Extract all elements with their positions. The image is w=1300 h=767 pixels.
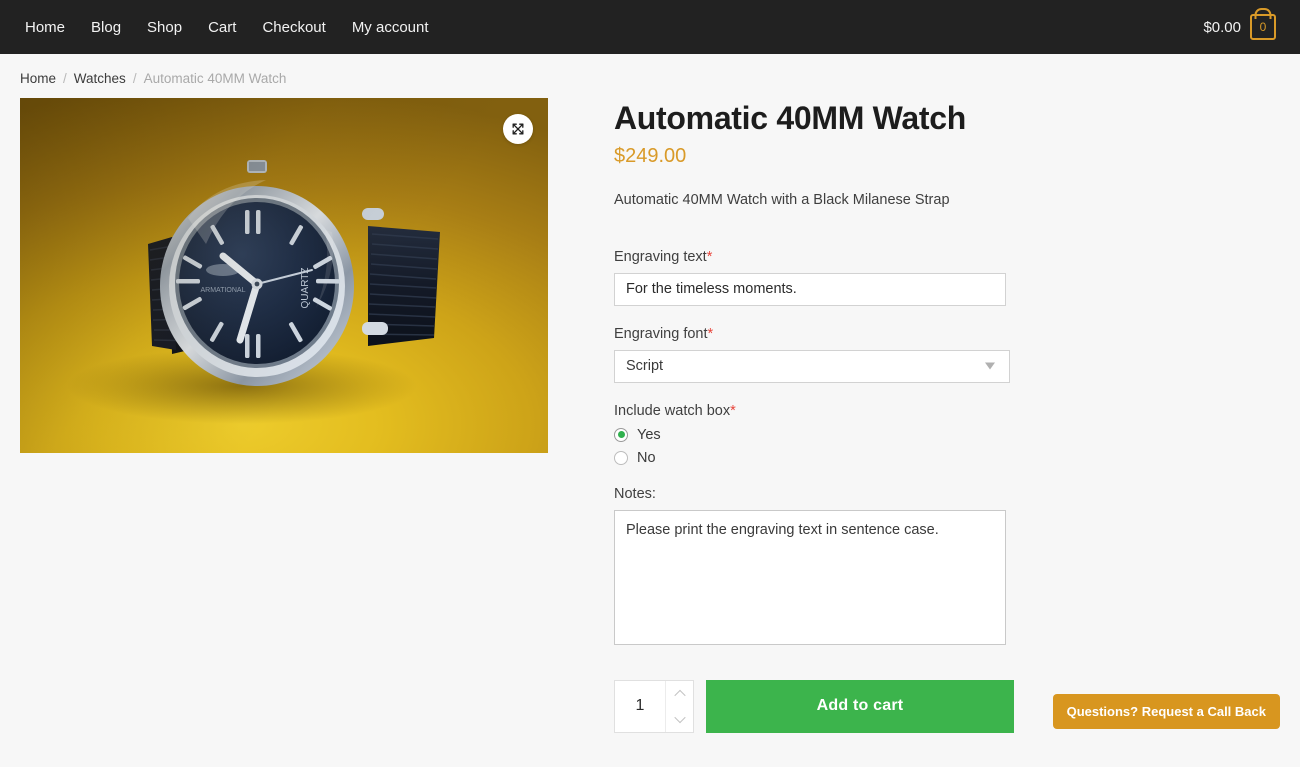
watch-illustration: ARMATIONAL QUARTZ: [67, 160, 440, 424]
product-summary: Automatic 40MM Watch $249.00 Automatic 4…: [614, 98, 1034, 733]
product-description: Automatic 40MM Watch with a Black Milane…: [614, 191, 950, 208]
engraving-font-select-wrap: Script: [614, 349, 1010, 383]
nav-item-my-account[interactable]: My account: [339, 11, 442, 44]
quantity-increment-button[interactable]: [666, 681, 693, 707]
cart-widget[interactable]: $0.00 0: [1203, 14, 1280, 40]
chevron-down-icon: [673, 711, 686, 724]
required-marker: *: [707, 325, 714, 342]
page-title: Automatic 40MM Watch: [614, 100, 966, 136]
product-gallery: ARMATIONAL QUARTZ: [20, 98, 548, 733]
quantity-decrement-button[interactable]: [666, 706, 693, 732]
breadcrumb: Home / Watches / Automatic 40MM Watch: [0, 54, 1300, 98]
engraving-font-label: Engraving font*: [614, 326, 1034, 342]
shopping-bag-icon[interactable]: 0: [1250, 14, 1276, 40]
svg-text:ARMATIONAL: ARMATIONAL: [201, 287, 246, 294]
engraving-text-input[interactable]: [614, 272, 1006, 306]
main-navigation: Home Blog Shop Cart Checkout My account: [0, 11, 442, 44]
field-engraving-text: Engraving text*: [614, 249, 1034, 306]
notes-textarea[interactable]: [614, 509, 1006, 645]
engraving-font-label-text: Engraving font: [614, 325, 708, 342]
required-marker: *: [706, 248, 713, 265]
radio-yes-indicator[interactable]: [614, 427, 628, 442]
breadcrumb-separator: /: [132, 71, 137, 86]
radio-option-yes[interactable]: Yes: [614, 427, 1034, 443]
nav-item-blog[interactable]: Blog: [78, 11, 134, 44]
radio-no-label: No: [637, 449, 656, 466]
watch-box-label-text: Include watch box: [614, 402, 731, 419]
purchase-row: Add to cart: [614, 679, 1034, 733]
quantity-buttons: [665, 680, 693, 732]
add-to-cart-button[interactable]: Add to cart: [706, 679, 1014, 733]
breadcrumb-item-current: Automatic 40MM Watch: [143, 71, 287, 86]
site-header: Home Blog Shop Cart Checkout My account …: [0, 0, 1300, 54]
expand-arrows-glyph: [512, 123, 524, 135]
quantity-input[interactable]: [615, 680, 665, 732]
field-notes: Notes:: [614, 486, 1034, 650]
product-main: ARMATIONAL QUARTZ Automatic 40MM Watch $…: [0, 98, 1300, 733]
watch-box-label: Include watch box*: [614, 403, 1034, 419]
field-include-watch-box: Include watch box* Yes No: [614, 403, 1034, 466]
svg-text:QUARTZ: QUARTZ: [300, 268, 311, 309]
nav-item-checkout[interactable]: Checkout: [249, 11, 338, 44]
nav-item-shop[interactable]: Shop: [134, 11, 195, 44]
cart-item-count: 0: [1259, 20, 1267, 34]
product-price: $249.00: [614, 144, 687, 167]
engraving-font-select[interactable]: Script: [614, 349, 1010, 383]
nav-item-cart[interactable]: Cart: [195, 11, 249, 44]
breadcrumb-item-home[interactable]: Home: [20, 71, 56, 86]
quantity-stepper[interactable]: [614, 679, 694, 733]
notes-label: Notes:: [614, 485, 656, 502]
expand-arrows-icon[interactable]: [503, 114, 533, 144]
radio-option-no[interactable]: No: [614, 450, 1034, 466]
breadcrumb-item-watches[interactable]: Watches: [74, 71, 126, 86]
required-marker: *: [730, 402, 736, 419]
engraving-text-label-text: Engraving text: [614, 248, 707, 265]
radio-yes-label: Yes: [637, 426, 661, 443]
product-image[interactable]: ARMATIONAL QUARTZ: [20, 98, 548, 453]
radio-no-indicator[interactable]: [614, 450, 628, 465]
cart-total: $0.00: [1203, 18, 1241, 36]
engraving-text-label: Engraving text*: [614, 249, 1034, 265]
breadcrumb-separator: /: [63, 71, 67, 86]
request-call-back-button[interactable]: Questions? Request a Call Back: [1052, 694, 1280, 729]
nav-item-home[interactable]: Home: [12, 11, 78, 44]
chevron-up-icon: [673, 689, 686, 701]
field-engraving-font: Engraving font* Script: [614, 326, 1034, 383]
